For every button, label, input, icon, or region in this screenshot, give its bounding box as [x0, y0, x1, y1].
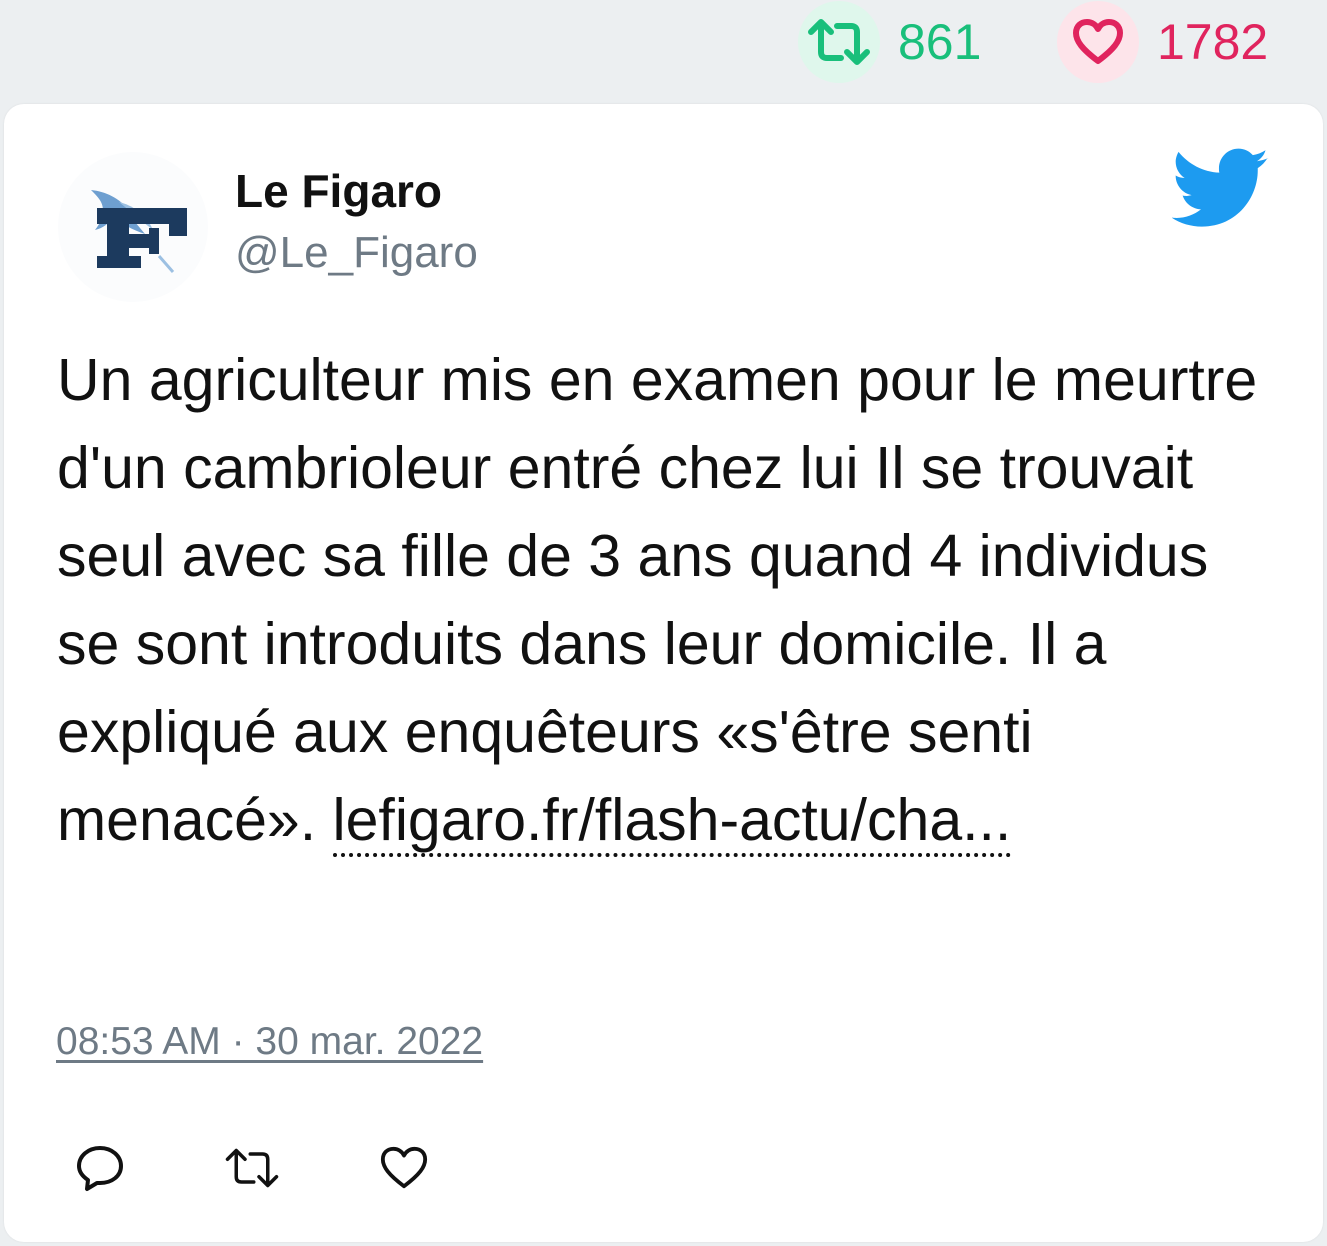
author-name[interactable]: Le Figaro [235, 164, 442, 218]
retweet-count: 861 [898, 14, 982, 70]
like-count: 1782 [1157, 14, 1269, 70]
twitter-bird-icon[interactable] [1172, 148, 1270, 230]
tweet-actions [72, 1140, 528, 1196]
reply-button[interactable] [72, 1140, 128, 1196]
reply-icon [77, 1146, 123, 1191]
tweet-card: Le Figaro @Le_Figaro Un agriculteur mis … [4, 104, 1323, 1242]
engagement-stats-bar: 861 1782 [0, 0, 1327, 100]
retweet-icon [808, 19, 870, 65]
tweet-text: Un agriculteur mis en examen pour le meu… [57, 336, 1282, 864]
retweet-button[interactable] [224, 1140, 280, 1196]
heart-icon [380, 1146, 428, 1189]
author-handle[interactable]: @Le_Figaro [235, 228, 478, 278]
like-button[interactable] [376, 1140, 432, 1196]
retweet-icon [225, 1148, 279, 1188]
tweet-body: Un agriculteur mis en examen pour le meu… [57, 347, 1258, 853]
like-stat-circle [1057, 1, 1139, 83]
tweet-timestamp[interactable]: 08:53 AM · 30 mar. 2022 [56, 1020, 483, 1064]
retweet-stat[interactable]: 861 [798, 1, 982, 83]
heart-icon [1073, 19, 1123, 64]
avatar[interactable] [58, 152, 208, 302]
tweet-link[interactable]: lefigaro.fr/flash-actu/cha... [332, 787, 1012, 857]
retweet-stat-circle [798, 1, 880, 83]
le-figaro-logo [91, 190, 187, 273]
like-stat[interactable]: 1782 [1057, 1, 1269, 83]
